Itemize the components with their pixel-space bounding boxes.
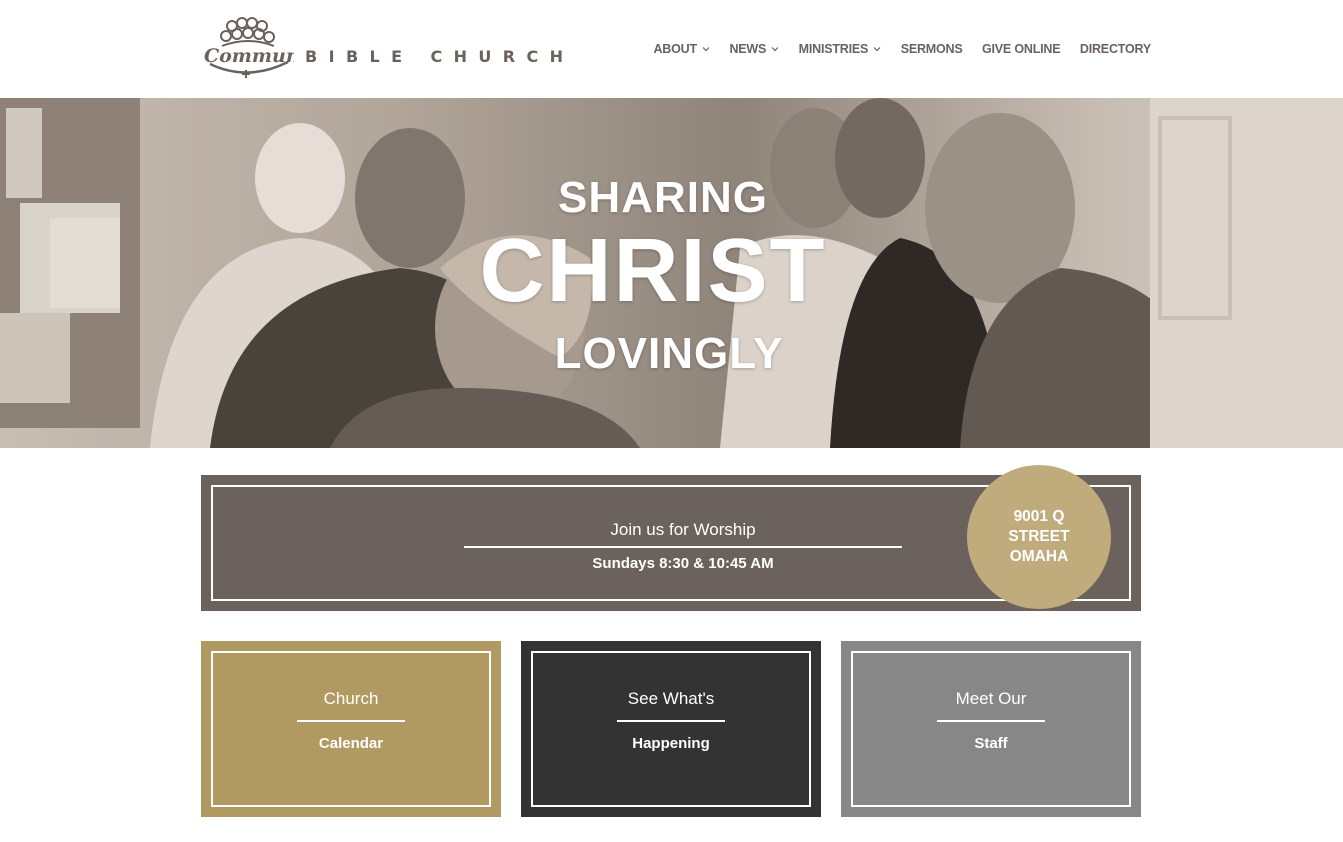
card-church-calendar[interactable]: Church Calendar	[201, 641, 501, 817]
hero-line-lovingly: LOVINGLY	[554, 329, 784, 378]
card-subtitle: Calendar	[318, 735, 384, 752]
address-text: 9001 Q STREET OMAHA	[1008, 508, 1070, 565]
card-title: Church	[323, 689, 379, 708]
worship-title: Join us for Worship	[610, 520, 756, 539]
nav-item-directory[interactable]: DIRECTORY	[1080, 42, 1151, 56]
nav-label-about: ABOUT	[653, 42, 697, 56]
card-divider	[617, 720, 725, 722]
card-title: See What's	[627, 689, 715, 708]
card-subtitle: Happening	[632, 735, 710, 752]
nav-label-give-online: GIVE ONLINE	[982, 42, 1061, 56]
nav-item-about[interactable]: ABOUT	[653, 42, 710, 56]
nav-item-give-online[interactable]: GIVE ONLINE	[982, 42, 1061, 56]
nav-label-news: NEWS	[729, 42, 767, 56]
worship-divider	[464, 546, 902, 548]
card-see-whats-happening[interactable]: See What's Happening	[521, 641, 821, 817]
nav-label-ministries: MINISTRIES	[798, 42, 869, 56]
site-header: Community BIBLE CHURCH ABOUT NEWS MINIST…	[0, 0, 1343, 98]
main-nav: ABOUT NEWS MINISTRIES SERMONS GIVE ONLIN…	[653, 39, 1151, 59]
card-frame: Meet Our Staff	[851, 651, 1131, 807]
logo-script: Community	[204, 45, 294, 67]
card-divider	[937, 720, 1045, 722]
worship-banner: Join us for Worship Sundays 8:30 & 10:45…	[201, 465, 1141, 611]
hero-banner: SHARING CHRIST LOVINGLY	[0, 98, 1343, 448]
chevron-down-icon	[771, 47, 779, 52]
chevron-down-icon	[873, 47, 881, 52]
card-subtitle: Staff	[974, 735, 1008, 752]
card-frame: See What's Happening	[531, 651, 811, 807]
card-title: Meet Our	[955, 689, 1027, 708]
nav-label-directory: DIRECTORY	[1079, 42, 1151, 56]
address-badge[interactable]: 9001 Q STREET OMAHA	[967, 465, 1111, 609]
hero-headline: SHARING CHRIST LOVINGLY	[0, 98, 1343, 448]
community-logo-icon: Community	[204, 17, 294, 78]
nav-item-sermons[interactable]: SERMONS	[901, 42, 963, 56]
card-meet-our-staff[interactable]: Meet Our Staff	[841, 641, 1141, 817]
worship-times: Sundays 8:30 & 10:45 AM	[592, 555, 774, 572]
hero-line-christ: CHRIST	[479, 221, 827, 321]
nav-item-ministries[interactable]: MINISTRIES	[799, 42, 882, 56]
church-logo[interactable]: Community BIBLE CHURCH	[202, 16, 563, 80]
nav-item-news[interactable]: NEWS	[729, 42, 779, 56]
chevron-down-icon	[702, 47, 710, 52]
card-divider	[297, 720, 405, 722]
hero-line-sharing: SHARING	[558, 173, 768, 222]
card-frame: Church Calendar	[211, 651, 491, 807]
nav-label-sermons: SERMONS	[900, 42, 963, 56]
logo-wordmark: BIBLE CHURCH	[305, 47, 575, 66]
